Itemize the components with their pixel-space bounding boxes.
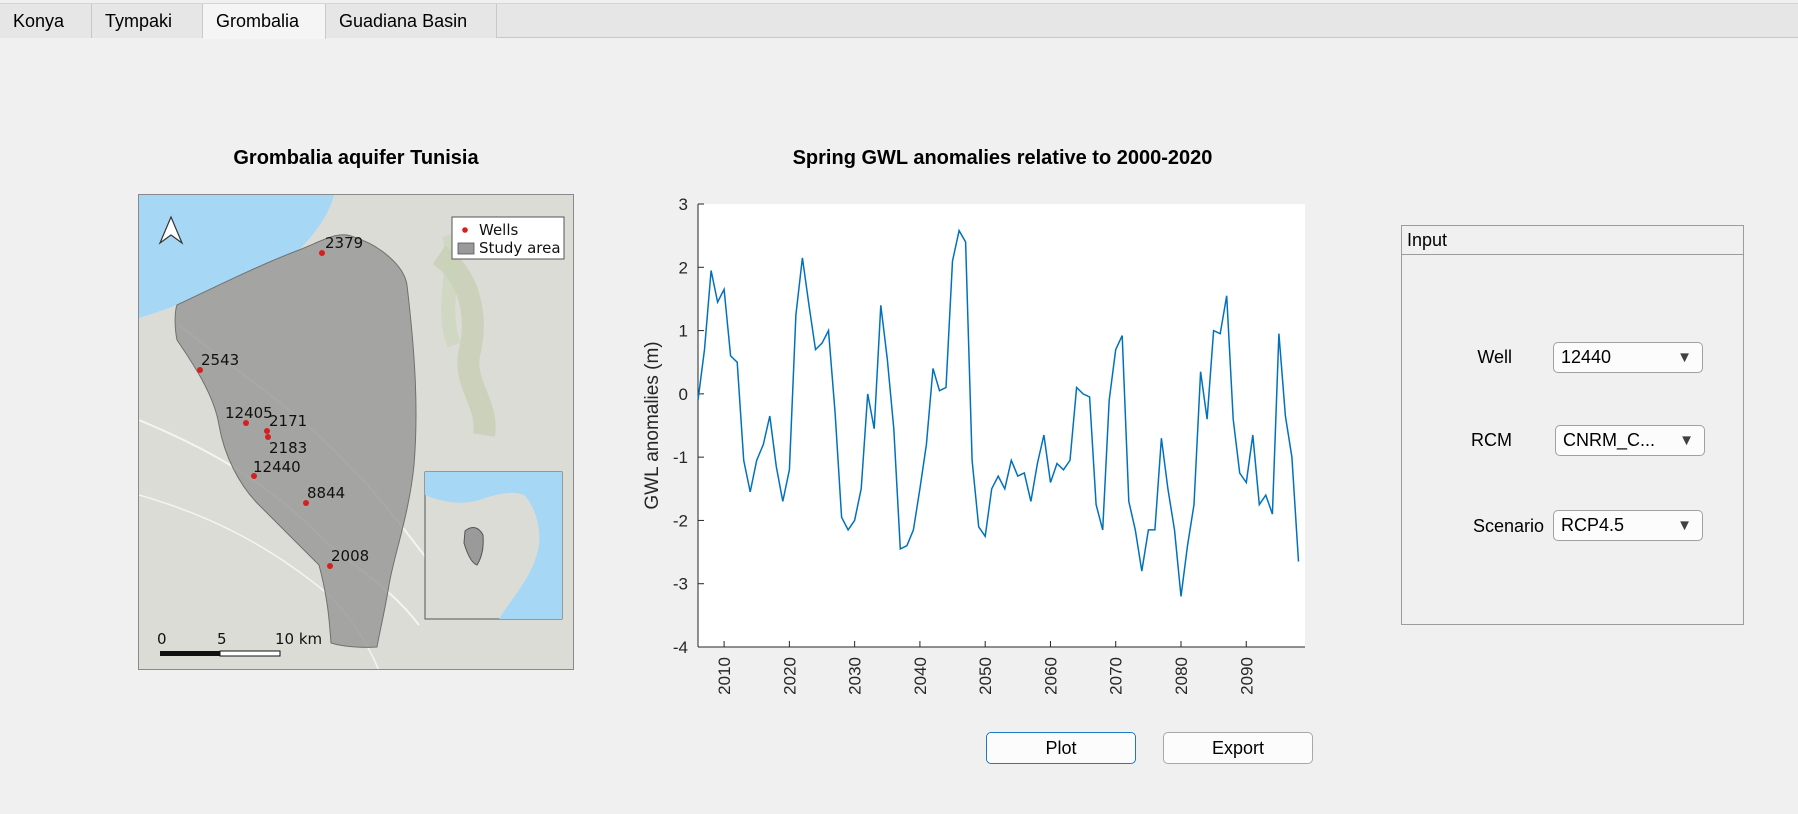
chevron-down-icon: ▼ bbox=[1677, 349, 1692, 366]
scalebar-0: 0 bbox=[157, 630, 167, 648]
input-panel: Input Well 12440 ▼ RCM CNRM_C... ▼ Scena… bbox=[1401, 225, 1744, 625]
well-label-12405: 12405 bbox=[225, 404, 273, 422]
well-label-2183: 2183 bbox=[269, 439, 307, 457]
input-panel-title: Input bbox=[1402, 226, 1743, 255]
chart-title: Spring GWL anomalies relative to 2000-20… bbox=[792, 147, 1213, 169]
x-tick-label: 2040 bbox=[911, 657, 930, 695]
x-tick-label: 2010 bbox=[715, 657, 734, 695]
map-title: Grombalia aquifer Tunisia bbox=[233, 147, 479, 169]
tab-konya[interactable]: Konya bbox=[0, 4, 92, 38]
tab-guadiana-basin[interactable]: Guadiana Basin bbox=[326, 4, 497, 38]
scenario-dropdown[interactable]: RCP4.5 ▼ bbox=[1553, 510, 1703, 541]
x-tick-label: 2070 bbox=[1107, 657, 1126, 695]
well-label-2379: 2379 bbox=[325, 234, 363, 252]
y-axis-label: GWL anomalies (m) bbox=[642, 341, 663, 509]
y-tick-label: 0 bbox=[679, 385, 688, 404]
well-label-12440: 12440 bbox=[253, 458, 301, 476]
plot-area bbox=[698, 204, 1305, 647]
tab-grombalia[interactable]: Grombalia bbox=[203, 4, 326, 39]
tab-bar: Konya Tympaki Grombalia Guadiana Basin bbox=[0, 3, 1798, 39]
x-tick-label: 2030 bbox=[846, 657, 865, 695]
well-label-2171: 2171 bbox=[269, 412, 307, 430]
well-dropdown[interactable]: 12440 ▼ bbox=[1553, 342, 1703, 373]
gwl-chart: -4 -3 -2 -1 0 1 2 3 2010 2020 2030 2040 2050 2060 2070… bbox=[642, 195, 1305, 695]
x-tick-label: 2020 bbox=[780, 657, 799, 695]
scalebar-5: 5 bbox=[217, 630, 227, 648]
chevron-down-icon: ▼ bbox=[1679, 432, 1694, 449]
legend-wells-label: Wells bbox=[479, 221, 519, 239]
y-tick-label: -1 bbox=[673, 448, 688, 467]
scalebar-10km: 10 km bbox=[275, 630, 322, 648]
scenario-value: RCP4.5 bbox=[1561, 515, 1625, 535]
well-label-8844: 8844 bbox=[307, 484, 345, 502]
rcm-dropdown[interactable]: CNRM_C... ▼ bbox=[1555, 425, 1705, 456]
well-label-2008: 2008 bbox=[331, 547, 369, 565]
rcm-label: RCM bbox=[1471, 430, 1512, 450]
legend-study-area-label: Study area bbox=[479, 239, 561, 257]
x-tick-label: 2050 bbox=[976, 657, 995, 695]
well-value: 12440 bbox=[1561, 347, 1612, 367]
x-tick-label: 2080 bbox=[1172, 657, 1191, 695]
y-tick-label: -4 bbox=[673, 638, 688, 657]
plot-button[interactable]: Plot bbox=[986, 732, 1136, 764]
x-tick-label: 2060 bbox=[1041, 657, 1060, 695]
chevron-down-icon: ▼ bbox=[1677, 517, 1692, 534]
well-label-2543: 2543 bbox=[201, 351, 239, 369]
map-image: Wells Study area 2379 2543 12405 2171 21… bbox=[138, 194, 574, 670]
scenario-label: Scenario bbox=[1472, 516, 1544, 536]
map-graphic: Wells Study area 2379 2543 12405 2171 21… bbox=[139, 195, 573, 669]
y-tick-label: 3 bbox=[679, 195, 688, 214]
x-tick-label: 2090 bbox=[1237, 657, 1256, 695]
y-tick-label: 2 bbox=[679, 258, 688, 277]
inset-map bbox=[424, 471, 563, 620]
y-tick-label: -2 bbox=[673, 511, 688, 530]
rcm-value: CNRM_C... bbox=[1563, 430, 1656, 450]
tab-tympaki[interactable]: Tympaki bbox=[92, 4, 203, 38]
y-tick-label: -3 bbox=[673, 575, 688, 594]
export-button[interactable]: Export bbox=[1163, 732, 1313, 764]
y-tick-label: 1 bbox=[679, 322, 688, 341]
well-label: Well bbox=[1477, 347, 1512, 367]
